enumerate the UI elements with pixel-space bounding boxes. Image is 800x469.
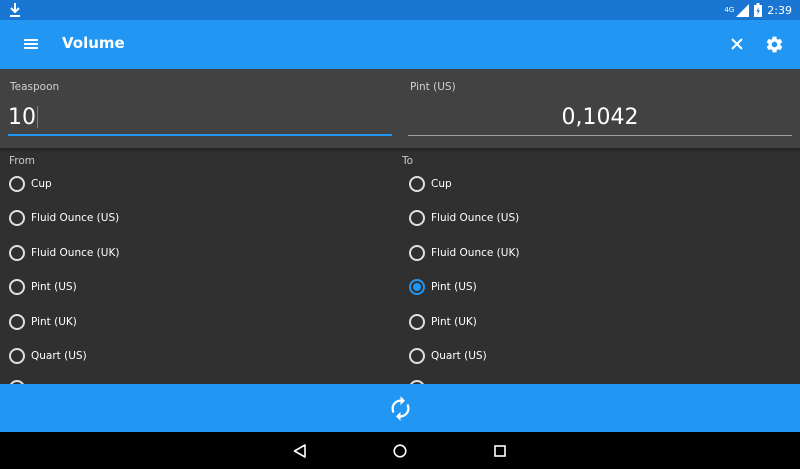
to-list-header: To xyxy=(402,155,414,167)
from-option-label: Pint (US) xyxy=(31,281,77,294)
to-option[interactable]: Fluid Ounce (UK) xyxy=(409,243,519,263)
from-option[interactable]: Quart (US) xyxy=(9,346,87,366)
page-title: Volume xyxy=(62,34,125,52)
to-unit-label: Pint (US) xyxy=(410,81,456,93)
swap-icon[interactable] xyxy=(387,394,414,423)
to-option-label: Pint (US) xyxy=(431,281,477,294)
from-unit-label: Teaspoon xyxy=(10,81,60,93)
recent-apps-icon[interactable] xyxy=(494,445,506,457)
status-icons: 4G 2:39 xyxy=(724,2,792,18)
radio-button xyxy=(409,176,425,192)
from-option-label: Fluid Ounce (UK) xyxy=(31,246,120,259)
text-caret xyxy=(37,106,38,128)
to-option[interactable]: Pint (UK) xyxy=(409,312,477,332)
radio-button xyxy=(9,244,25,261)
signal-icon xyxy=(736,3,750,17)
radio-button xyxy=(409,210,425,227)
status-time: 2:39 xyxy=(767,3,792,17)
to-option[interactable]: Quart (US) xyxy=(409,346,487,366)
from-option[interactable]: Fluid Ounce (UK) xyxy=(9,243,119,263)
radio-button xyxy=(409,279,425,296)
to-value-output: 0,1042 xyxy=(561,105,639,130)
to-option-label: Quart (US) xyxy=(431,350,487,362)
to-option-label: Fluid Ounce (UK) xyxy=(431,246,520,259)
swap-bar xyxy=(0,384,800,432)
radio-button xyxy=(9,210,25,227)
from-option[interactable]: Pint (US) xyxy=(9,277,77,297)
from-list-header: From xyxy=(9,155,36,167)
radio-button xyxy=(409,244,425,261)
network-type: 4G xyxy=(724,6,735,14)
from-value-input[interactable]: 10 xyxy=(8,105,38,130)
to-option[interactable]: Pint (US) xyxy=(409,277,477,297)
menu-icon[interactable] xyxy=(22,37,40,51)
from-value-text: 10 xyxy=(8,105,36,130)
from-option-label: Quart (US) xyxy=(31,350,87,362)
download-icon xyxy=(10,3,20,17)
unit-lists: From To Cup Fluid Ounce (US) Fluid Ounce (… xyxy=(0,148,800,384)
radio-button xyxy=(409,313,425,330)
to-option[interactable]: Cup xyxy=(409,174,452,194)
home-icon[interactable] xyxy=(393,444,407,458)
close-icon[interactable] xyxy=(729,36,745,52)
status-bar: 4G 2:39 xyxy=(0,0,800,20)
from-option-label: Cup xyxy=(31,178,52,190)
from-option-label: Fluid Ounce (US) xyxy=(31,212,120,225)
to-option-label: Fluid Ounce (US) xyxy=(431,212,520,225)
to-option-label: Pint (UK) xyxy=(431,315,477,328)
system-nav-bar xyxy=(0,432,800,469)
from-option[interactable]: Cup xyxy=(9,174,52,194)
radio-button xyxy=(9,279,25,296)
from-option[interactable]: Fluid Ounce (US) xyxy=(9,208,119,228)
radio-button xyxy=(9,176,25,192)
from-option[interactable]: Pint (UK) xyxy=(9,312,77,332)
to-output-underline xyxy=(408,135,792,136)
conversion-panel: Teaspoon 10 Pint (US) 0,1042 xyxy=(0,69,800,148)
back-icon[interactable] xyxy=(293,444,306,458)
radio-button xyxy=(409,348,425,364)
radio-button xyxy=(9,348,25,364)
radio-button xyxy=(9,313,25,330)
from-input-underline xyxy=(8,134,392,136)
battery-icon xyxy=(754,3,763,17)
to-option-label: Cup xyxy=(431,178,452,190)
app-bar: Volume xyxy=(0,20,800,69)
to-option[interactable]: Fluid Ounce (US) xyxy=(409,208,519,228)
app-root: 4G 2:39 Volume Teaspoon 10 Pint (US) 0,1… xyxy=(0,0,800,469)
gear-icon[interactable] xyxy=(765,35,784,54)
from-option-label: Pint (UK) xyxy=(31,315,77,328)
